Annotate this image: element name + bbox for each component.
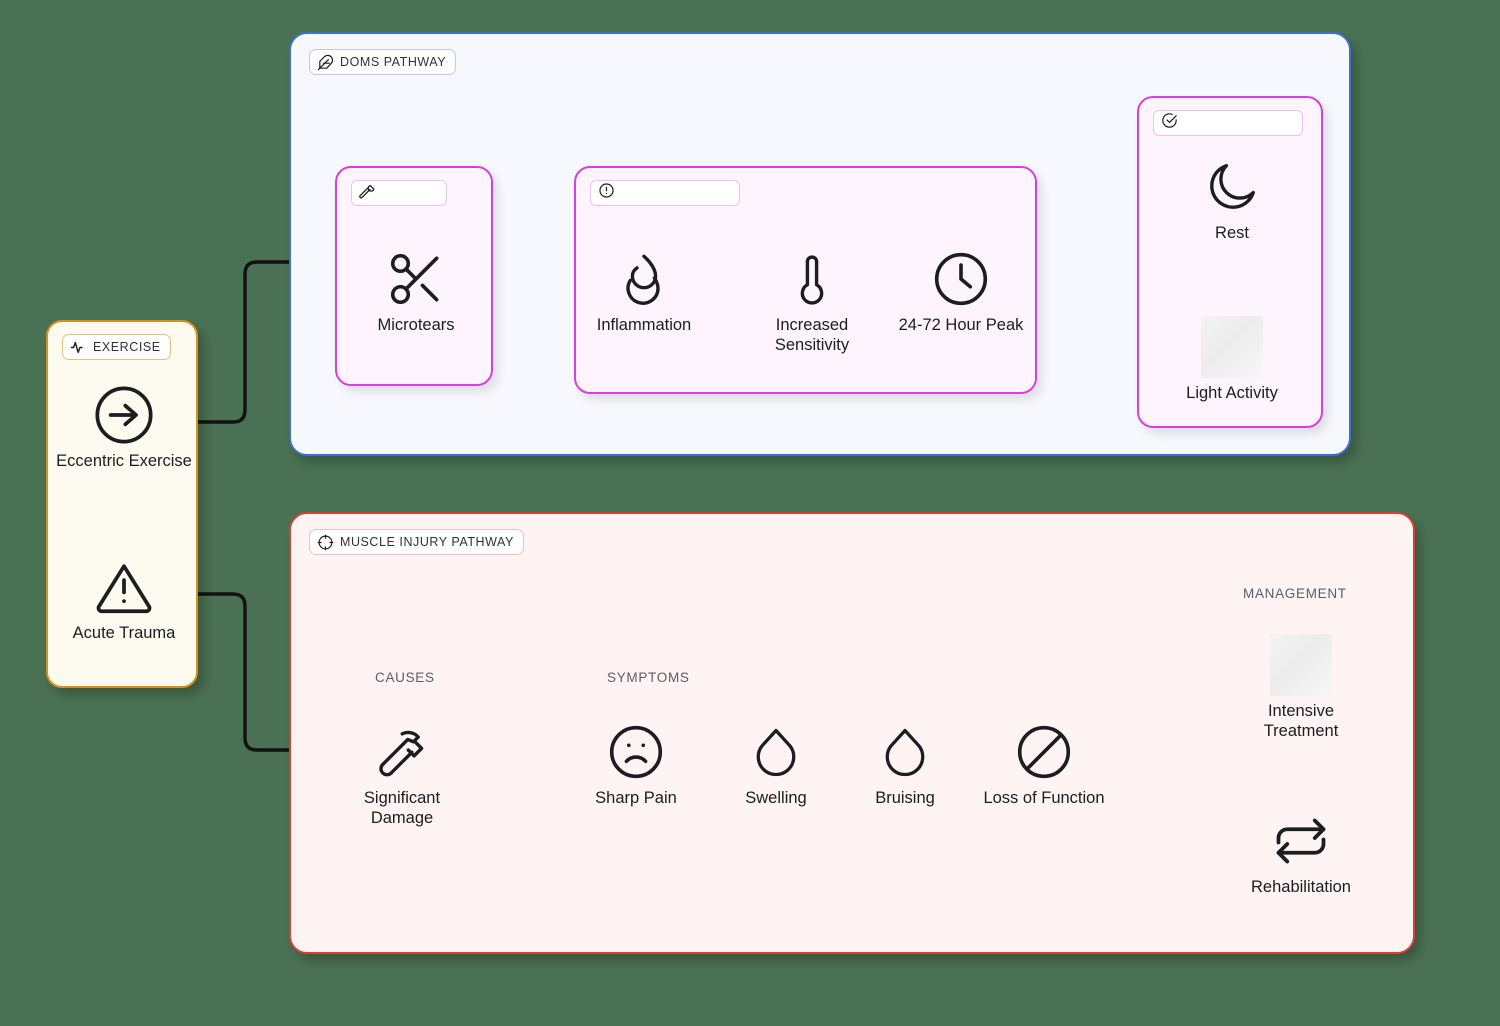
doms-group-symptoms-tag[interactable]: [590, 180, 740, 206]
alert-triangle-icon: [92, 554, 156, 620]
muscle-injury-pathway-tag[interactable]: MUSCLE INJURY PATHWAY: [309, 529, 524, 555]
node-inflammation[interactable]: Inflammation: [574, 246, 714, 336]
diagram-canvas: EXERCISE Eccentric Exercise Acute Trauma: [0, 0, 1500, 1026]
section-label-symptoms: SYMPTOMS: [607, 670, 690, 685]
clock-icon: [930, 246, 992, 312]
node-microtears-label: Microtears: [377, 316, 455, 334]
scissors-icon: [385, 246, 447, 312]
node-eccentric-exercise[interactable]: Eccentric Exercise: [54, 382, 194, 472]
node-rehabilitation-label: Rehabilitation: [1251, 878, 1351, 896]
missing-image-icon: [1270, 632, 1332, 698]
node-acute-trauma[interactable]: Acute Trauma: [54, 554, 194, 644]
node-significant-damage[interactable]: Significant Damage: [332, 719, 472, 829]
refresh-cycle-icon: [1271, 808, 1331, 874]
node-swelling-label: Swelling: [745, 789, 807, 807]
node-increased-sensitivity-label: Increased Sensitivity: [774, 316, 850, 354]
alert-circle-icon: [598, 182, 615, 204]
node-24-72-hour-peak[interactable]: 24-72 Hour Peak: [891, 246, 1031, 336]
node-loss-of-function[interactable]: Loss of Function: [974, 719, 1114, 809]
section-label-management: MANAGEMENT: [1243, 586, 1347, 601]
node-rest[interactable]: Rest: [1162, 154, 1302, 244]
droplet-icon: [877, 719, 933, 785]
muscle-injury-pathway-panel: MUSCLE INJURY PATHWAY CAUSES SYMPTOMS MA…: [289, 512, 1415, 954]
node-sharp-pain-label: Sharp Pain: [595, 789, 677, 807]
node-microtears[interactable]: Microtears: [346, 246, 486, 336]
node-intensive-treatment[interactable]: Intensive Treatment: [1231, 632, 1371, 742]
crosshair-icon: [317, 534, 334, 551]
feather-icon: [317, 54, 334, 71]
moon-icon: [1203, 154, 1261, 220]
node-24-72-hour-peak-label: 24-72 Hour Peak: [898, 316, 1024, 334]
section-label-causes: CAUSES: [375, 670, 435, 685]
missing-image-icon: [1201, 314, 1263, 380]
doms-group-causes-tag[interactable]: [351, 180, 447, 206]
flame-icon: [615, 246, 673, 312]
wrench-icon: [359, 182, 376, 204]
frown-face-icon: [605, 719, 667, 785]
doms-pathway-tag-label: DOMS PATHWAY: [340, 55, 447, 69]
node-rehabilitation[interactable]: Rehabilitation: [1231, 808, 1371, 898]
doms-pathway-tag[interactable]: DOMS PATHWAY: [309, 49, 457, 75]
check-circle-icon: [1161, 112, 1178, 134]
exercise-panel-tag[interactable]: EXERCISE: [62, 334, 171, 360]
node-light-activity[interactable]: Light Activity: [1162, 314, 1302, 404]
node-swelling[interactable]: Swelling: [706, 719, 846, 809]
node-acute-trauma-label: Acute Trauma: [72, 624, 176, 642]
muscle-injury-pathway-tag-label: MUSCLE INJURY PATHWAY: [340, 535, 514, 549]
node-bruising-label: Bruising: [875, 789, 935, 807]
arrow-right-circle-icon: [92, 382, 156, 448]
thermometer-icon: [783, 246, 841, 312]
ban-slash-circle-icon: [1013, 719, 1075, 785]
node-sharp-pain[interactable]: Sharp Pain: [566, 719, 706, 809]
node-rest-label: Rest: [1215, 224, 1249, 242]
exercise-panel-tag-label: EXERCISE: [93, 340, 161, 354]
doms-group-recovery: Rest Light Activity: [1137, 96, 1323, 428]
doms-group-symptoms: Inflammation Increased Sensitivity 24-72…: [574, 166, 1037, 394]
node-intensive-treatment-label: Intensive Treatment: [1263, 702, 1339, 740]
droplet-icon: [748, 719, 804, 785]
node-increased-sensitivity[interactable]: Increased Sensitivity: [742, 246, 882, 356]
hammer-icon: [373, 719, 431, 785]
doms-pathway-panel: DOMS PATHWAY Microtears Inflammation Inc…: [289, 32, 1351, 456]
node-significant-damage-label: Significant Damage: [363, 789, 441, 827]
activity-pulse-icon: [70, 339, 87, 356]
node-eccentric-exercise-label: Eccentric Exercise: [56, 452, 192, 470]
node-bruising[interactable]: Bruising: [835, 719, 975, 809]
exercise-panel: EXERCISE Eccentric Exercise Acute Trauma: [46, 320, 198, 688]
node-inflammation-label: Inflammation: [596, 316, 692, 334]
node-loss-of-function-label: Loss of Function: [983, 789, 1105, 807]
doms-group-causes: Microtears: [335, 166, 493, 386]
doms-group-recovery-tag[interactable]: [1153, 110, 1303, 136]
node-light-activity-label: Light Activity: [1186, 384, 1278, 402]
